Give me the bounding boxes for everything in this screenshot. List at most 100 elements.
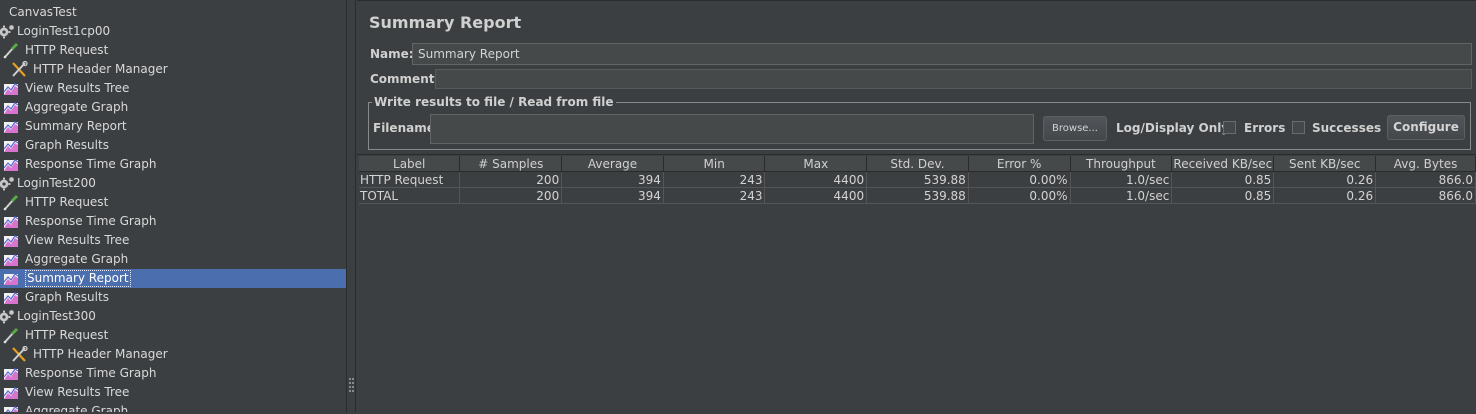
results-table-area: Label # Samples Average Min Max Std. Dev. Erro… [357,154,1476,414]
tree-item[interactable]: Aggregate Graph [0,402,346,412]
tree-item[interactable]: LoginTest300 [0,307,346,326]
successes-label: Successes [1312,121,1382,135]
gear-icon [0,308,16,325]
column-header[interactable]: Max [764,156,868,172]
tree-item[interactable]: Aggregate Graph [0,250,346,269]
table-cell: 0.00% [968,171,1071,188]
comments-field[interactable] [435,69,1472,89]
tree-item[interactable]: LoginTest1cp00 [0,22,346,41]
tree-item-label: Summary Report [25,270,131,287]
successes-checkbox[interactable] [1292,121,1305,134]
tree-item[interactable]: Summary Report [0,117,346,136]
tree-item[interactable]: HTTP Header Manager [0,60,346,79]
tree-item[interactable]: Aggregate Graph [0,98,346,117]
file-group-legend: Write results to file / Read from file [372,95,616,109]
chart-icon [2,270,20,287]
tree-item-label: Aggregate Graph [25,404,129,412]
column-header[interactable]: Std. Dev. [866,156,969,172]
chart-icon [2,99,20,116]
table-cell: 0.00% [968,187,1071,204]
panel-splitter[interactable] [346,0,356,412]
tree-item[interactable]: HTTP Request [0,326,346,345]
tree-item[interactable]: LoginTest200 [0,174,346,193]
tree-item[interactable]: Response Time Graph [0,212,346,231]
chart-icon [2,156,20,173]
chart-icon [2,232,20,249]
column-header[interactable]: Label [359,156,461,172]
table-cell: 200 [459,187,563,204]
table-cell: 4400 [764,187,868,204]
column-header[interactable]: # Samples [459,156,563,172]
chart-icon [2,384,20,401]
tree-item-label: Response Time Graph [25,366,157,380]
tree-item[interactable]: HTTP Request [0,41,346,60]
tree-item-label: View Results Tree [25,81,130,95]
test-plan-tree[interactable]: CanvasTest LoginTest1cp00 HTTP Request HTTP… [0,0,346,412]
tree-item[interactable]: Response Time Graph [0,155,346,174]
configure-button[interactable]: Configure [1387,115,1465,140]
tree-item-label: View Results Tree [25,233,130,247]
tree-item-label: HTTP Header Manager [33,347,168,361]
column-header[interactable]: Throughput [1070,156,1173,172]
chart-icon [2,403,20,412]
table-cell: 200 [459,171,563,188]
table-cell: 1.0/sec [1070,187,1173,204]
tree-item-label: Response Time Graph [25,214,157,228]
column-header[interactable]: Sent KB/sec [1273,156,1377,172]
column-header[interactable]: Avg. Bytes [1375,156,1476,172]
name-input[interactable] [412,43,1472,65]
table-row[interactable]: HTTP Request 200 394 243 4400 539.88 0.00% 1.0/… [359,171,1476,188]
tree-item-label: View Results Tree [25,385,130,399]
tree-item-label: LoginTest200 [17,176,96,190]
name-label: Name: [370,47,414,61]
errors-label: Errors [1244,121,1286,135]
column-header[interactable]: Error % [968,156,1071,172]
tree-item[interactable]: Response Time Graph [0,364,346,383]
tree-item-label: Aggregate Graph [25,252,129,266]
tree-item-label: HTTP Request [25,328,109,342]
table-cell: 0.26 [1273,187,1377,204]
tree-item[interactable]: CanvasTest [0,3,346,22]
table-cell: 0.85 [1171,171,1275,188]
chart-icon [2,289,20,306]
column-header[interactable]: Received KB/sec [1171,156,1275,172]
tree-item[interactable]: Graph Results [0,288,346,307]
table-cell: 539.88 [866,187,969,204]
chart-icon [2,213,20,230]
column-header[interactable]: Min [663,156,766,172]
tree-item-label: LoginTest1cp00 [17,24,111,38]
gear-icon [0,23,16,40]
browse-button[interactable]: Browse... [1043,116,1107,141]
gear-icon [0,175,16,192]
pipette-icon [2,194,20,211]
splitter-grip-icon[interactable] [349,378,354,394]
tree-item[interactable]: Graph Results [0,136,346,155]
tree-item[interactable]: View Results Tree [0,231,346,250]
tree-item-label: HTTP Request [25,195,109,209]
summary-report-panel: Summary Report Name: Comments: Write res… [357,0,1476,414]
table-cell: 394 [561,187,664,204]
errors-checkbox[interactable] [1223,121,1236,134]
table-cell: TOTAL [359,187,461,204]
tree-item[interactable]: HTTP Header Manager [0,345,346,364]
table-cell: 243 [663,171,766,188]
table-cell: 243 [663,187,766,204]
table-cell: 394 [561,171,664,188]
table-row[interactable]: TOTAL 200 394 243 4400 539.88 0.00% 1.0/sec 0.85… [359,187,1476,204]
tools-icon [10,60,28,78]
tree-item-label: CanvasTest [9,5,77,19]
pipette-icon [2,42,20,59]
tree-item[interactable]: HTTP Request [0,193,346,212]
column-header[interactable]: Average [561,156,664,172]
table-cell: 866.0 [1375,187,1476,204]
table-cell: 1.0/sec [1070,171,1173,188]
tree-item[interactable]: View Results Tree [0,79,346,98]
filename-input[interactable] [430,114,1034,144]
chart-icon [2,137,20,154]
tree-item[interactable]: View Results Tree [0,383,346,402]
chart-icon [2,80,20,97]
pipette-icon [2,327,20,344]
page-title: Summary Report [369,13,522,32]
tree-item[interactable]: Summary Report [0,269,346,288]
chart-icon [2,365,20,382]
